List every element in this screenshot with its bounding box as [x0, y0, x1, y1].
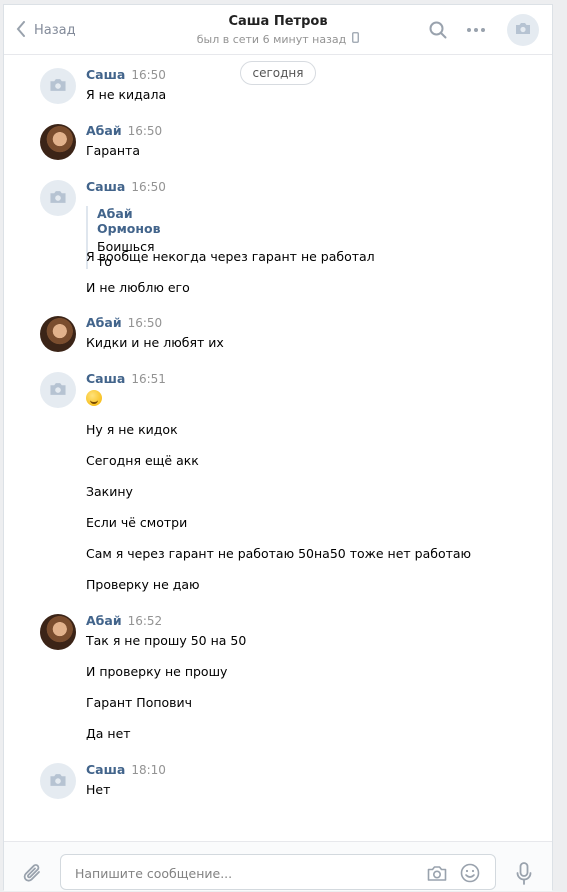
quote-author[interactable]: Абай Ормонов [97, 206, 161, 236]
message-meta: Саша 16:50 [86, 179, 166, 194]
message-meta: Саша 16:51 [86, 371, 166, 386]
camera-icon [49, 382, 67, 399]
message-text: Если чё смотри [86, 515, 188, 530]
message-emoji [86, 390, 102, 409]
message-time[interactable]: 16:50 [131, 180, 166, 194]
avatar[interactable] [40, 180, 76, 216]
rolling-laughing-emoji-icon [86, 390, 102, 406]
avatar[interactable] [40, 316, 76, 352]
message-time[interactable]: 16:50 [128, 124, 163, 138]
chat-panel: Назад Саша Петров был в сети 6 минут наз… [3, 4, 553, 891]
author-name[interactable]: Абай [86, 123, 122, 138]
chat-header: Назад Саша Петров был в сети 6 минут наз… [4, 5, 552, 55]
message-text: И не люблю его [86, 280, 190, 295]
message-meta: Абай 16:50 [86, 315, 162, 330]
author-name[interactable]: Абай [86, 315, 122, 330]
message-input[interactable] [73, 855, 417, 891]
message-text: Сегодня ещё акк [86, 453, 199, 468]
message-text: Я не кидала [86, 87, 167, 102]
microphone-icon[interactable] [512, 860, 536, 888]
mobile-phone-icon [352, 32, 360, 46]
message-text: Кидки и не любят их [86, 335, 224, 350]
message-text: И проверку не прошу [86, 664, 228, 679]
message-meta: Абай 16:50 [86, 123, 162, 138]
message-text: Проверку не даю [86, 577, 200, 592]
author-name[interactable]: Саша [86, 179, 125, 194]
message-input-box [60, 854, 496, 891]
avatar[interactable] [40, 124, 76, 160]
online-status: был в сети 6 минут назад [197, 32, 360, 46]
avatar[interactable] [40, 68, 76, 104]
message-text: Ну я не кидок [86, 422, 178, 437]
message-text: Так я не прошу 50 на 50 [86, 633, 247, 648]
message-meta: Саша 16:50 [86, 67, 166, 82]
camera-icon [49, 190, 67, 207]
date-divider: сегодня [240, 61, 316, 85]
contact-avatar[interactable] [507, 14, 539, 46]
message-text: Да нет [86, 726, 131, 741]
camera-icon[interactable] [425, 861, 449, 885]
avatar[interactable] [40, 763, 76, 799]
message-meta: Абай 16:52 [86, 613, 162, 628]
message-text: Нет [86, 782, 111, 797]
camera-icon [49, 773, 67, 790]
message-text: Сам я через гарант не работаю 50на50 тож… [86, 546, 472, 561]
camera-icon [49, 78, 67, 95]
search-icon[interactable] [426, 18, 450, 42]
camera-icon [515, 22, 531, 38]
author-name[interactable]: Саша [86, 762, 125, 777]
author-name[interactable]: Саша [86, 67, 125, 82]
smile-icon[interactable] [458, 861, 482, 885]
avatar[interactable] [40, 372, 76, 408]
author-name[interactable]: Саша [86, 371, 125, 386]
message-text: Гарант Попович [86, 695, 193, 710]
message-text: Я вообще некогда через гарант не работал [86, 249, 375, 264]
message-time[interactable]: 18:10 [131, 763, 166, 777]
author-name[interactable]: Абай [86, 613, 122, 628]
message-meta: Саша 18:10 [86, 762, 166, 777]
message-text: Гаранта [86, 143, 140, 158]
message-time[interactable]: 16:52 [128, 614, 163, 628]
message-time[interactable]: 16:50 [128, 316, 163, 330]
avatar[interactable] [40, 614, 76, 650]
paperclip-icon[interactable] [21, 862, 45, 886]
more-options-icon[interactable] [464, 18, 488, 42]
message-time[interactable]: 16:51 [131, 372, 166, 386]
status-text: был в сети 6 минут назад [196, 32, 347, 46]
message-composer [4, 841, 552, 891]
message-text: Закину [86, 484, 133, 499]
message-time[interactable]: 16:50 [131, 68, 166, 82]
